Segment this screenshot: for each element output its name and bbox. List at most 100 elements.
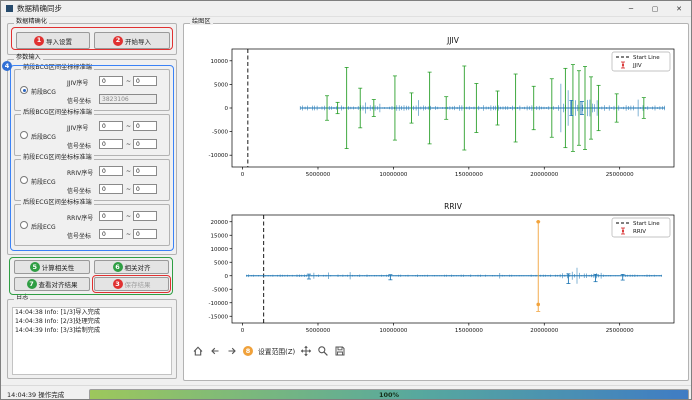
svg-text:0: 0 <box>241 328 245 334</box>
save-icon[interactable] <box>334 345 346 357</box>
front-bcg-radio[interactable] <box>20 86 28 94</box>
log-group-title: 日志 <box>14 295 30 301</box>
range-separator: ~ <box>126 168 131 175</box>
step-marker-5: 5 <box>30 262 40 272</box>
signal-coord-label: 信号坐标 <box>67 96 91 105</box>
zoom-icon[interactable] <box>317 345 329 357</box>
svg-text:RRIV: RRIV <box>633 229 646 235</box>
jjiv-index-label: JJIV序号 <box>67 78 88 87</box>
jjiv-chart[interactable]: 0500000010000000150000002000000025000000… <box>188 31 684 197</box>
progress-bar: 100% <box>89 389 689 400</box>
step-marker-3: 3 <box>113 279 123 289</box>
front-ecg-radio-label: 前段ECG <box>31 177 56 186</box>
rear-bcg-radio-label: 后段BCG <box>31 132 56 141</box>
param-section-rear-ecg: 后段ECG区间坐标标准端 后段ECG RRIV序号 ~ 信号坐标 ~ <box>14 204 170 246</box>
step-marker-4: 4 <box>2 61 12 71</box>
rear-ecg-radio-label: 后段ECG <box>31 222 56 231</box>
rriv-index-start-input[interactable] <box>99 211 123 221</box>
signal-coord-end-input[interactable] <box>133 184 157 194</box>
svg-text:-5000: -5000 <box>212 130 228 136</box>
rriv-index-label: RRIV序号 <box>67 213 93 222</box>
compute-correlation-button[interactable]: 5 计算相关性 <box>14 260 90 274</box>
signal-coord-end-input[interactable] <box>133 229 157 239</box>
save-result-button[interactable]: 3 保存结果 <box>94 277 169 291</box>
section-title: 后段ECG区间坐标标准端 <box>21 200 94 206</box>
svg-text:10000000: 10000000 <box>379 328 407 334</box>
rear-bcg-radio[interactable] <box>20 131 28 139</box>
step-marker-6: 6 <box>113 262 123 272</box>
step-marker-2: 2 <box>113 36 123 46</box>
svg-text:-10000: -10000 <box>209 153 229 159</box>
view-align-result-button[interactable]: 7 查看对齐结果 <box>14 277 90 291</box>
status-text: 14:04:39 操作完成 <box>7 389 64 399</box>
home-icon[interactable] <box>192 345 204 357</box>
range-separator: ~ <box>126 231 131 238</box>
plot-area-title: 绘图区 <box>190 19 213 25</box>
signal-coord-start-input[interactable] <box>99 139 123 149</box>
svg-text:-10000: -10000 <box>209 301 229 307</box>
svg-text:0: 0 <box>225 274 229 280</box>
range-separator: ~ <box>126 78 131 85</box>
forward-icon[interactable] <box>226 345 238 357</box>
svg-text:0: 0 <box>241 172 245 178</box>
log-groupbox: 日志 14:04:38 Info: [1/3]导入完成 14:04:38 Inf… <box>7 299 177 379</box>
rriv-index-label: RRIV序号 <box>67 168 93 177</box>
range-separator: ~ <box>126 141 131 148</box>
app-icon <box>6 5 13 12</box>
section-title: 前段ECG区间坐标标准端 <box>21 155 94 161</box>
jjiv-index-end-input[interactable] <box>133 76 157 86</box>
title-bar: 数据精确同步 ─ ▢ ✕ <box>1 1 691 17</box>
window-title: 数据精确同步 <box>17 3 619 14</box>
svg-text:15000: 15000 <box>211 233 229 239</box>
svg-text:JJIV: JJIV <box>446 36 460 45</box>
jjiv-index-label: JJIV序号 <box>67 123 88 132</box>
pan-icon[interactable] <box>300 345 312 357</box>
figure-canvas[interactable]: 0 5000 0 0 0 10000000 15000000 20000000 25000000… <box>188 31 684 375</box>
set-range-button[interactable]: 设置范围(Z) <box>258 346 295 356</box>
param-section-front-ecg: 前段ECG区间坐标标准端 前段ECG RRIV序号 ~ 信号坐标 ~ <box>14 159 170 201</box>
progress-label: 100% <box>379 391 399 399</box>
step-marker-1: 1 <box>34 36 44 46</box>
svg-text:5000: 5000 <box>214 260 228 266</box>
svg-text:25000000: 25000000 <box>606 172 634 178</box>
plot-toolbar: 8 设置范围(Z) <box>192 343 346 359</box>
maximize-button[interactable]: ▢ <box>643 5 667 13</box>
signal-coord-input <box>99 94 157 104</box>
jjiv-index-end-input[interactable] <box>133 121 157 131</box>
jjiv-index-start-input[interactable] <box>99 121 123 131</box>
step-marker-7: 7 <box>27 279 37 289</box>
rear-ecg-radio[interactable] <box>20 221 28 229</box>
import-settings-button[interactable]: 1 导入设置 <box>16 32 90 49</box>
jjiv-index-start-input[interactable] <box>99 76 123 86</box>
back-icon[interactable] <box>209 345 221 357</box>
close-button[interactable]: ✕ <box>667 5 691 13</box>
import-group-title: 数据精确化 <box>14 19 49 25</box>
svg-text:-5000: -5000 <box>212 287 228 293</box>
svg-text:15000000: 15000000 <box>455 328 483 334</box>
params-group-title: 参数输入 <box>14 55 43 61</box>
correlate-align-label: 相关对齐 <box>125 262 151 272</box>
plot-area-groupbox: 绘图区 050000001000000015000000200000002500… <box>183 23 689 381</box>
signal-coord-label: 信号坐标 <box>67 141 91 150</box>
view-align-result-label: 查看对齐结果 <box>39 279 78 289</box>
log-list[interactable]: 14:04:38 Info: [1/3]导入完成 14:04:38 Info: … <box>12 307 172 375</box>
signal-coord-start-input[interactable] <box>99 184 123 194</box>
log-line: 14:04:38 Info: [2/3]处理完成 <box>13 317 171 326</box>
svg-text:20000000: 20000000 <box>530 328 558 334</box>
svg-text:25000000: 25000000 <box>606 328 634 334</box>
rriv-index-end-input[interactable] <box>133 211 157 221</box>
start-import-label: 开始导入 <box>125 36 151 46</box>
start-import-button[interactable]: 2 开始导入 <box>94 32 170 49</box>
compute-correlation-label: 计算相关性 <box>42 262 75 272</box>
rriv-chart[interactable]: 0500000010000000150000002000000025000000… <box>188 201 684 353</box>
svg-text:10000000: 10000000 <box>379 172 407 178</box>
minimize-button[interactable]: ─ <box>619 5 643 13</box>
rriv-index-end-input[interactable] <box>133 166 157 176</box>
correlate-align-button[interactable]: 6 相关对齐 <box>94 260 169 274</box>
svg-text:0: 0 <box>225 106 229 112</box>
front-ecg-radio[interactable] <box>20 176 28 184</box>
rriv-index-start-input[interactable] <box>99 166 123 176</box>
log-line: 14:04:38 Info: [1/3]导入完成 <box>13 308 171 317</box>
signal-coord-end-input[interactable] <box>133 139 157 149</box>
signal-coord-start-input[interactable] <box>99 229 123 239</box>
